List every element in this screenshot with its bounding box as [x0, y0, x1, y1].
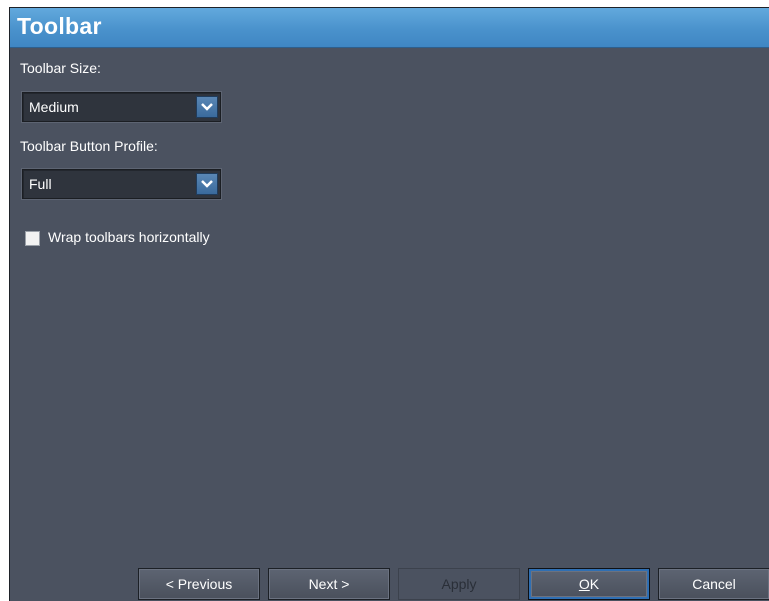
- previous-button[interactable]: < Previous: [138, 568, 260, 600]
- button-profile-value: Full: [29, 176, 52, 192]
- button-profile-dropdown-button[interactable]: [196, 173, 218, 195]
- apply-button[interactable]: Apply: [398, 568, 520, 600]
- chevron-down-icon: [201, 180, 213, 188]
- next-button[interactable]: Next >: [268, 568, 390, 600]
- title-bar: Toolbar: [10, 8, 769, 48]
- toolbar-size-dropdown-button[interactable]: [196, 96, 218, 118]
- toolbar-size-label: Toolbar Size:: [20, 60, 101, 76]
- toolbar-size-value: Medium: [29, 99, 79, 115]
- cancel-button[interactable]: Cancel: [658, 568, 769, 600]
- toolbar-settings-panel: Toolbar Toolbar Size: Medium Toolbar But…: [9, 7, 769, 601]
- ok-button[interactable]: OK: [528, 568, 650, 600]
- ok-mnemonic: O: [578, 576, 590, 592]
- wrap-toolbars-label[interactable]: Wrap toolbars horizontally: [48, 229, 210, 245]
- button-profile-dropdown[interactable]: Full: [22, 169, 221, 199]
- ok-label: K: [589, 576, 600, 592]
- toolbar-size-dropdown[interactable]: Medium: [22, 92, 221, 122]
- page-title: Toolbar: [17, 13, 102, 39]
- button-profile-label: Toolbar Button Profile:: [20, 138, 158, 154]
- wrap-toolbars-checkbox[interactable]: [25, 231, 40, 246]
- chevron-down-icon: [201, 103, 213, 111]
